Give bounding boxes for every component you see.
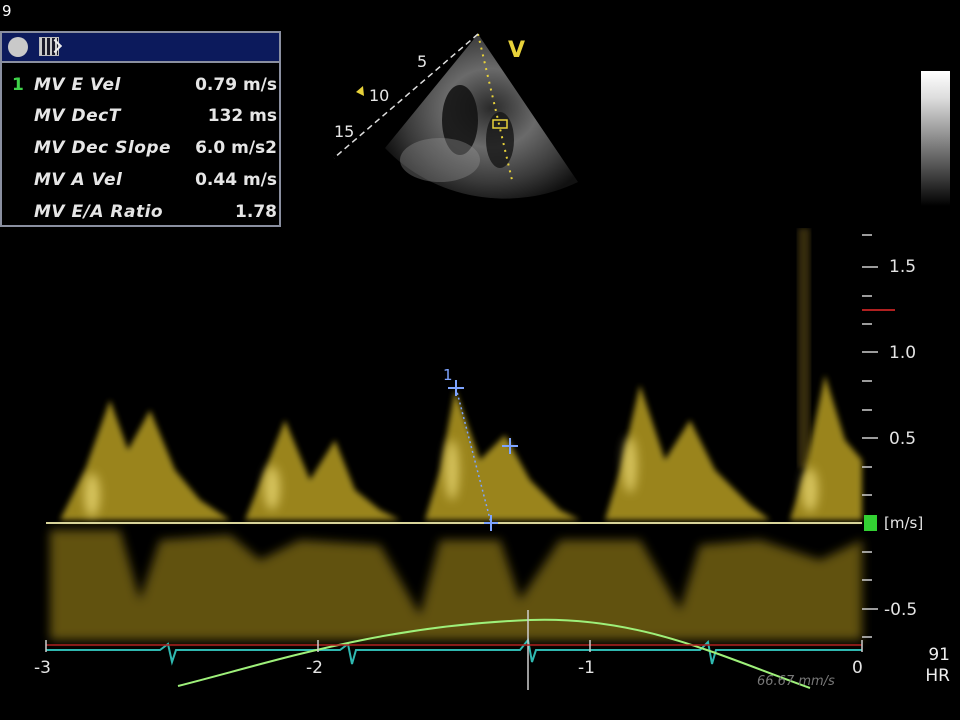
focus-marker-icon	[356, 86, 364, 96]
ecg-trace	[46, 637, 862, 666]
measurement-label: MV Dec Slope	[34, 138, 172, 158]
velocity-tick-label: 1.5	[889, 257, 917, 277]
velocity-unit: [m/s]	[884, 514, 924, 532]
view-marker: V	[508, 38, 526, 63]
tissue-texture	[400, 138, 480, 182]
time-tick-label: -3	[34, 658, 51, 678]
measurement-label: MV A Vel	[34, 170, 123, 190]
measurement-row[interactable]: MV DecT 132 ms	[2, 102, 279, 132]
measurement-row[interactable]: MV A Vel 0.44 m/s	[2, 166, 279, 196]
measurement-row[interactable]: MV E/A Ratio 1.78	[2, 198, 279, 228]
measurement-panel: 1 MV E Vel 0.79 m/s MV DecT 132 ms MV De…	[0, 31, 281, 227]
measurement-label: MV DecT	[34, 106, 121, 126]
depth-label: 5	[417, 52, 428, 71]
measurement-panel-header	[2, 33, 279, 63]
baseline-handle[interactable]	[864, 515, 877, 531]
measurement-value: 6.0 m/s2	[195, 138, 277, 158]
velocity-tick-label: -0.5	[884, 600, 918, 620]
measurement-value: 0.79 m/s	[195, 75, 277, 95]
spectral-envelope-group	[60, 375, 862, 520]
measurement-row[interactable]: 1 MV E Vel 0.79 m/s	[2, 71, 279, 101]
velocity-scale	[862, 234, 878, 638]
time-tick-label: -2	[306, 658, 323, 678]
measurement-index: 1	[12, 75, 24, 95]
velocity-tick-label: 0.5	[889, 429, 917, 449]
sweep-speed: 66.67 mm/s	[757, 674, 835, 689]
reverse-flow-group	[50, 530, 862, 640]
time-tick-label: 0	[852, 658, 863, 678]
time-tick-label: -1	[578, 658, 595, 678]
heart-rate-value: 91	[928, 645, 950, 665]
doppler-spectrum[interactable]	[0, 228, 960, 720]
caliper-index-label: 1	[443, 366, 453, 384]
depth-label: 10	[369, 86, 390, 105]
measurement-value: 0.44 m/s	[195, 170, 277, 190]
artifact-streak	[798, 228, 810, 468]
measurement-label: MV E Vel	[34, 75, 121, 95]
heart-rate-label: HR	[925, 666, 950, 686]
velocity-tick-label: 1.0	[889, 343, 917, 363]
measurement-value: 132 ms	[207, 106, 277, 126]
measurement-row[interactable]: MV Dec Slope 6.0 m/s2	[2, 134, 279, 164]
measurement-value: 1.78	[235, 202, 277, 222]
frame-number: 9	[2, 2, 12, 20]
record-icon[interactable]	[8, 37, 28, 57]
measurement-label: MV E/A Ratio	[34, 202, 164, 222]
grayscale-bar	[921, 71, 950, 206]
measure-tool-icon[interactable]	[39, 37, 59, 56]
echo-2d-sector[interactable]	[330, 30, 590, 230]
depth-label: 15	[334, 122, 355, 141]
